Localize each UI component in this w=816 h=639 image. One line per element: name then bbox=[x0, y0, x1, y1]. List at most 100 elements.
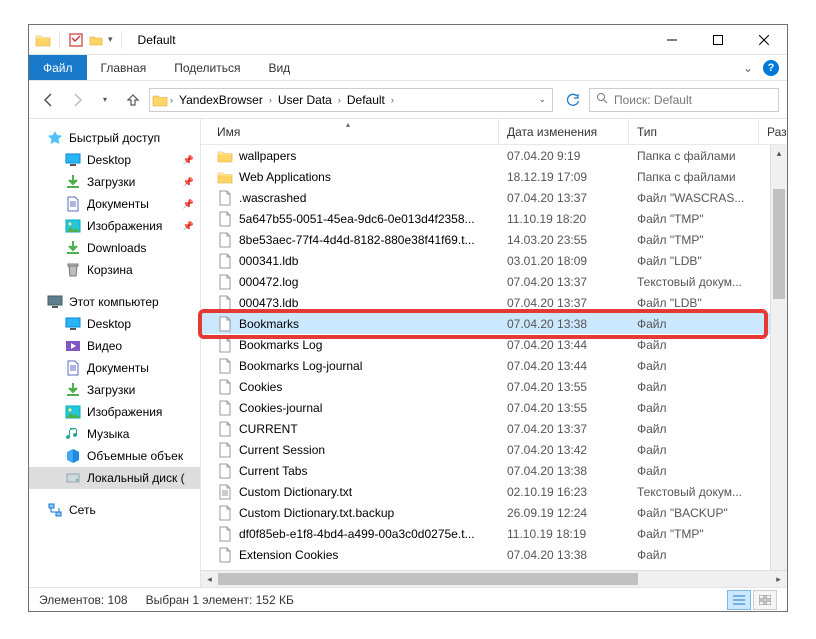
table-row[interactable]: 000472.log 07.04.20 13:37 Текстовый доку… bbox=[201, 271, 787, 292]
file-icon bbox=[217, 190, 233, 206]
folder-icon bbox=[152, 92, 168, 108]
nav-item[interactable]: Загрузки📌 bbox=[29, 171, 200, 193]
status-bar: Элементов: 108 Выбран 1 элемент: 152 КБ bbox=[29, 587, 787, 611]
table-row[interactable]: 000473.ldb 07.04.20 13:37 Файл "LDB" bbox=[201, 292, 787, 313]
file-icon bbox=[217, 337, 233, 353]
nav-item[interactable]: Документы bbox=[29, 357, 200, 379]
table-row[interactable]: Bookmarks Log-journal 07.04.20 13:44 Фай… bbox=[201, 355, 787, 376]
nav-item[interactable]: Локальный диск ( bbox=[29, 467, 200, 489]
nav-pane[interactable]: Быстрый доступDesktop📌Загрузки📌Документы… bbox=[29, 119, 201, 587]
table-row[interactable]: Current Session 07.04.20 13:42 Файл bbox=[201, 439, 787, 460]
recent-dropdown[interactable]: ▾ bbox=[93, 88, 117, 112]
file-icon bbox=[217, 253, 233, 269]
minimize-button[interactable] bbox=[649, 25, 695, 55]
breadcrumb[interactable]: Default bbox=[343, 93, 389, 107]
music-icon bbox=[65, 426, 81, 442]
help-icon[interactable]: ? bbox=[763, 60, 779, 76]
tab-home[interactable]: Главная bbox=[87, 55, 161, 80]
tab-share[interactable]: Поделиться bbox=[160, 55, 254, 80]
status-selected: Выбран 1 элемент: 152 КБ bbox=[146, 593, 294, 607]
table-row[interactable]: Current Tabs 07.04.20 13:38 Файл bbox=[201, 460, 787, 481]
pc-icon bbox=[47, 294, 63, 310]
table-row[interactable]: Bookmarks 07.04.20 13:38 Файл bbox=[201, 313, 787, 334]
up-button[interactable] bbox=[121, 88, 145, 112]
properties-icon[interactable] bbox=[68, 32, 84, 48]
table-row[interactable]: Custom Dictionary.txt.backup 26.09.19 12… bbox=[201, 502, 787, 523]
table-row[interactable]: .wascrashed 07.04.20 13:37 Файл "WASCRAS… bbox=[201, 187, 787, 208]
doc-icon bbox=[65, 360, 81, 376]
forward-button[interactable] bbox=[65, 88, 89, 112]
tab-file[interactable]: Файл bbox=[29, 55, 87, 80]
nav-item[interactable]: Сеть bbox=[29, 499, 200, 521]
table-row[interactable]: Web Applications 18.12.19 17:09 Папка с … bbox=[201, 166, 787, 187]
file-icon bbox=[217, 526, 233, 542]
file-icon bbox=[217, 505, 233, 521]
breadcrumb[interactable]: YandexBrowser bbox=[175, 93, 267, 107]
nav-item[interactable]: Изображения bbox=[29, 401, 200, 423]
folder-icon bbox=[217, 169, 233, 185]
table-row[interactable]: Cookies-journal 07.04.20 13:55 Файл bbox=[201, 397, 787, 418]
tab-view[interactable]: Вид bbox=[254, 55, 304, 80]
table-row[interactable]: 000341.ldb 03.01.20 18:09 Файл "LDB" bbox=[201, 250, 787, 271]
table-row[interactable]: Cookies 07.04.20 13:55 Файл bbox=[201, 376, 787, 397]
horizontal-scrollbar[interactable]: ◂ ▸ bbox=[201, 570, 787, 587]
file-icon bbox=[217, 274, 233, 290]
table-row[interactable]: 8be53aec-77f4-4d4d-8182-880e38f41f69.t..… bbox=[201, 229, 787, 250]
nav-item[interactable]: Видео bbox=[29, 335, 200, 357]
breadcrumb[interactable]: User Data bbox=[274, 93, 336, 107]
column-name[interactable]: Имя bbox=[209, 119, 499, 144]
sort-indicator-icon: ▴ bbox=[346, 120, 350, 129]
nav-item[interactable]: Downloads bbox=[29, 237, 200, 259]
scroll-up-icon[interactable]: ▴ bbox=[771, 145, 787, 162]
file-icon bbox=[217, 295, 233, 311]
net-icon bbox=[47, 502, 63, 518]
view-icons-button[interactable] bbox=[753, 590, 777, 610]
expand-ribbon-icon[interactable]: ⌄ bbox=[743, 61, 753, 75]
download-icon bbox=[65, 174, 81, 190]
nav-item[interactable]: Объемные объек bbox=[29, 445, 200, 467]
column-date[interactable]: Дата изменения bbox=[499, 119, 629, 144]
table-row[interactable]: 5a647b55-0051-45ea-9dc6-0e013d4f2358... … bbox=[201, 208, 787, 229]
img-icon bbox=[65, 218, 81, 234]
back-button[interactable] bbox=[37, 88, 61, 112]
table-row[interactable]: CURRENT 07.04.20 13:37 Файл bbox=[201, 418, 787, 439]
folder-qat-icon[interactable] bbox=[88, 32, 104, 48]
table-row[interactable]: Bookmarks Log 07.04.20 13:44 Файл bbox=[201, 334, 787, 355]
scroll-right-icon[interactable]: ▸ bbox=[770, 571, 787, 588]
nav-item[interactable]: Быстрый доступ bbox=[29, 127, 200, 149]
nav-item[interactable]: Desktop bbox=[29, 313, 200, 335]
scroll-thumb[interactable] bbox=[773, 189, 785, 299]
column-size[interactable]: Раз bbox=[759, 119, 787, 144]
column-type[interactable]: Тип bbox=[629, 119, 759, 144]
table-row[interactable]: df0f85eb-e1f8-4bd4-a499-00a3c0d0275e.t..… bbox=[201, 523, 787, 544]
nav-item[interactable]: Desktop📌 bbox=[29, 149, 200, 171]
address-dropdown-icon[interactable]: ⌄ bbox=[538, 94, 546, 105]
view-details-button[interactable] bbox=[727, 590, 751, 610]
file-list[interactable]: wallpapers 07.04.20 9:19 Папка с файлами… bbox=[201, 145, 787, 570]
maximize-button[interactable] bbox=[695, 25, 741, 55]
qat-dropdown-icon[interactable]: ▾ bbox=[108, 34, 113, 45]
desktop-icon bbox=[65, 316, 81, 332]
refresh-button[interactable] bbox=[561, 88, 585, 112]
file-icon bbox=[217, 400, 233, 416]
nav-item[interactable]: Музыка bbox=[29, 423, 200, 445]
nav-item[interactable]: Этот компьютер bbox=[29, 291, 200, 313]
nav-item[interactable]: Изображения📌 bbox=[29, 215, 200, 237]
scroll-thumb[interactable] bbox=[218, 573, 638, 585]
table-row[interactable]: wallpapers 07.04.20 9:19 Папка с файлами bbox=[201, 145, 787, 166]
img-icon bbox=[65, 404, 81, 420]
content-pane: ▴ Имя Дата изменения Тип Раз wallpapers … bbox=[201, 119, 787, 587]
table-row[interactable]: Extension Cookies 07.04.20 13:38 Файл bbox=[201, 544, 787, 565]
nav-item[interactable]: Загрузки bbox=[29, 379, 200, 401]
star-icon bbox=[47, 130, 63, 146]
download-icon bbox=[65, 240, 81, 256]
search-input[interactable]: Поиск: Default bbox=[589, 88, 779, 112]
table-row[interactable]: Custom Dictionary.txt 02.10.19 16:23 Тек… bbox=[201, 481, 787, 502]
nav-item[interactable]: Документы📌 bbox=[29, 193, 200, 215]
address-bar[interactable]: › YandexBrowser › User Data › Default › … bbox=[149, 88, 553, 112]
folder-icon bbox=[217, 148, 233, 164]
close-button[interactable] bbox=[741, 25, 787, 55]
scroll-left-icon[interactable]: ◂ bbox=[201, 571, 218, 588]
vertical-scrollbar[interactable]: ▴ ▾ bbox=[770, 145, 787, 587]
nav-item[interactable]: Корзина bbox=[29, 259, 200, 281]
